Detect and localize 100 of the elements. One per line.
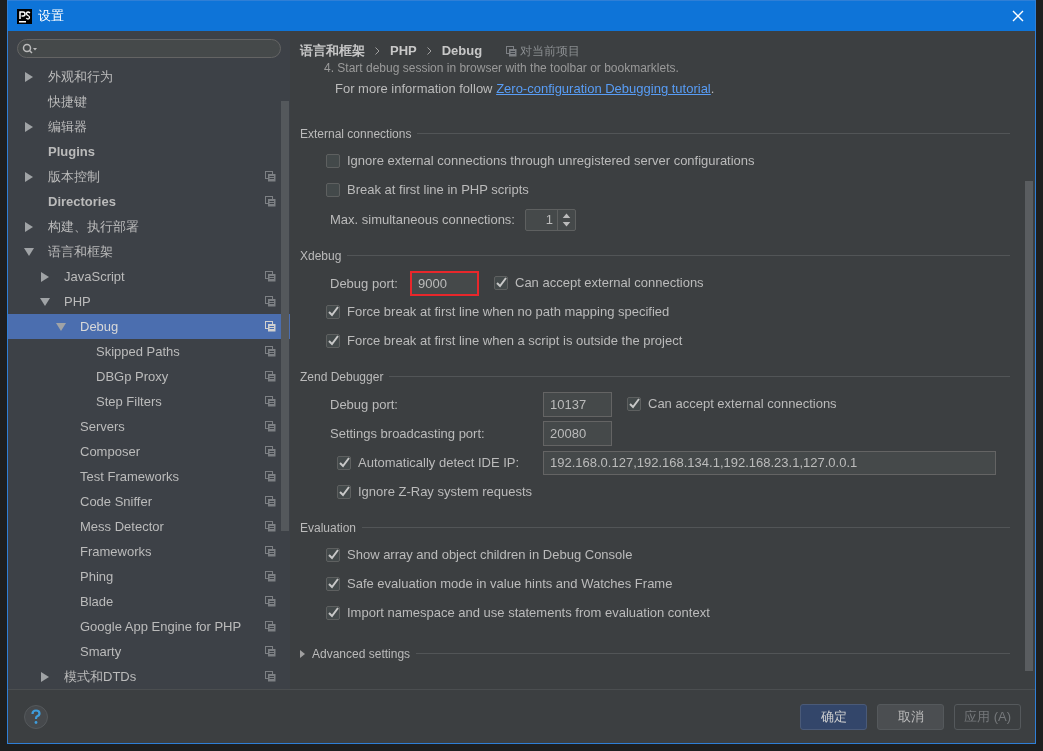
sidebar-item[interactable]: 快捷键 xyxy=(8,89,290,114)
sidebar-item-label: Mess Detector xyxy=(80,517,165,536)
section-title[interactable]: Advanced settings xyxy=(312,644,411,663)
checkmark-icon xyxy=(338,456,350,469)
sidebar-item[interactable]: Debug xyxy=(8,314,290,339)
checkbox[interactable] xyxy=(627,397,641,411)
sidebar-item[interactable]: Servers xyxy=(8,414,290,439)
dialog-button[interactable]: 确定 xyxy=(800,703,867,730)
sidebar-item-label: Directories xyxy=(48,192,117,211)
field-label: Debug port: xyxy=(330,397,398,412)
port-field[interactable]: 9000 xyxy=(410,270,479,296)
copy-icon xyxy=(265,446,276,457)
dialog-button[interactable]: 取消 xyxy=(877,703,944,730)
checkmark-icon xyxy=(327,578,339,590)
breadcrumb-item: PHP xyxy=(390,42,417,61)
sidebar-item[interactable]: DBGp Proxy xyxy=(8,364,290,389)
sidebar-item[interactable]: 模式和DTDs xyxy=(8,664,290,689)
checkbox[interactable] xyxy=(326,305,340,319)
checkmark-icon xyxy=(327,335,339,347)
sidebar-item[interactable]: PHP xyxy=(8,289,290,314)
tutorial-link[interactable]: Zero-configuration Debugging tutorial xyxy=(496,81,711,96)
sidebar-item[interactable]: Google App Engine for PHP xyxy=(8,614,290,639)
sidebar-item-label: Servers xyxy=(80,417,126,436)
info-text: For more information follow Zero-configuration Debugging tutorial. xyxy=(334,80,716,98)
sidebar-item[interactable]: Skipped Paths xyxy=(8,339,290,364)
checkbox[interactable] xyxy=(326,548,340,562)
breadcrumb-item: Debug xyxy=(441,42,483,61)
sidebar-item[interactable]: 版本控制 xyxy=(8,164,290,189)
expanded-arrow-icon[interactable] xyxy=(40,296,50,307)
checkmark-icon xyxy=(628,398,640,410)
sidebar-item-label: 编辑器 xyxy=(48,117,88,136)
sidebar-item[interactable]: Phing xyxy=(8,564,290,589)
help-icon[interactable] xyxy=(24,704,48,729)
scope-note: 对当前项目 xyxy=(520,43,581,60)
copy-icon xyxy=(265,546,276,557)
expanded-arrow-icon[interactable] xyxy=(24,246,34,257)
sidebar-item[interactable]: Plugins xyxy=(8,139,290,164)
copy-icon xyxy=(265,646,276,657)
collapsed-arrow-icon[interactable] xyxy=(24,121,34,132)
sidebar-item[interactable]: 外观和行为 xyxy=(8,64,290,89)
checkbox[interactable] xyxy=(326,577,340,591)
checkbox[interactable] xyxy=(494,276,508,290)
sidebar-item-label: Skipped Paths xyxy=(96,342,181,361)
sidebar-item-label: 模式和DTDs xyxy=(64,667,138,686)
sidebar-item[interactable]: Frameworks xyxy=(8,539,290,564)
collapsed-arrow-icon[interactable] xyxy=(40,671,50,682)
close-icon[interactable] xyxy=(1012,10,1024,22)
sidebar-item[interactable]: 构建、执行部署 xyxy=(8,214,290,239)
sidebar-item[interactable]: JavaScript xyxy=(8,264,290,289)
copy-icon xyxy=(265,171,276,182)
checkbox[interactable] xyxy=(326,183,340,197)
field-label: Max. simultaneous connections: xyxy=(330,210,515,229)
search-field[interactable] xyxy=(17,39,281,58)
sidebar-item-label: Step Filters xyxy=(96,392,163,411)
sidebar-item[interactable]: Blade xyxy=(8,589,290,614)
section-title: External connections xyxy=(300,125,412,143)
checkbox[interactable] xyxy=(326,154,340,168)
copy-icon xyxy=(265,521,276,532)
collapsed-arrow-icon[interactable] xyxy=(300,649,306,658)
section-title: Xdebug xyxy=(300,247,342,265)
chevron-icon xyxy=(426,47,432,55)
sidebar-item[interactable]: Code Sniffer xyxy=(8,489,290,514)
option-label: Ignore Z-Ray system requests xyxy=(358,483,533,502)
copy-icon xyxy=(265,571,276,582)
sidebar-item-label: PHP xyxy=(64,292,92,311)
collapsed-arrow-icon[interactable] xyxy=(24,71,34,82)
copy-icon xyxy=(265,271,276,282)
sidebar-item[interactable]: Mess Detector xyxy=(8,514,290,539)
sidebar-item[interactable]: Directories xyxy=(8,189,290,214)
option-label: Ignore external connections through unregistered server configurations xyxy=(347,152,755,171)
sidebar-item[interactable]: 语言和框架 xyxy=(8,239,290,264)
checkbox[interactable] xyxy=(337,455,351,470)
copy-icon xyxy=(265,671,276,682)
spinner-value: 1 xyxy=(544,210,554,229)
sidebar-item[interactable]: Smarty xyxy=(8,639,290,664)
copy-icon xyxy=(265,196,276,207)
sidebar-item[interactable]: Test Frameworks xyxy=(8,464,290,489)
sidebar-item[interactable]: Composer xyxy=(8,439,290,464)
collapsed-arrow-icon[interactable] xyxy=(40,271,50,282)
window-title: 设置 xyxy=(38,7,65,26)
field-label: Settings broadcasting port: xyxy=(330,426,485,441)
option-label: Can accept external connections xyxy=(648,395,837,414)
option-label: Automatically detect IDE IP: xyxy=(358,453,520,472)
sidebar-item-label: DBGp Proxy xyxy=(96,367,170,386)
checkmark-icon xyxy=(327,607,339,619)
checkmark-icon xyxy=(327,306,339,318)
section-title: Evaluation xyxy=(300,519,357,537)
number-spinner[interactable]: 1 xyxy=(525,208,576,231)
search-icon xyxy=(22,42,38,55)
checkbox[interactable] xyxy=(326,606,340,620)
sidebar-item[interactable]: Step Filters xyxy=(8,389,290,414)
ip-list-field[interactable]: 192.168.0.127,192.168.134.1,192.168.23.1,127.0.0.1 xyxy=(543,450,996,475)
collapsed-arrow-icon[interactable] xyxy=(24,171,34,182)
sidebar-item[interactable]: 编辑器 xyxy=(8,114,290,139)
port-field[interactable]: 20080 xyxy=(543,420,612,446)
sidebar-item-label: Test Frameworks xyxy=(80,467,180,486)
port-field[interactable]: 10137 xyxy=(543,391,612,417)
checkbox[interactable] xyxy=(337,485,351,499)
checkbox[interactable] xyxy=(326,334,340,348)
collapsed-arrow-icon[interactable] xyxy=(24,221,34,232)
